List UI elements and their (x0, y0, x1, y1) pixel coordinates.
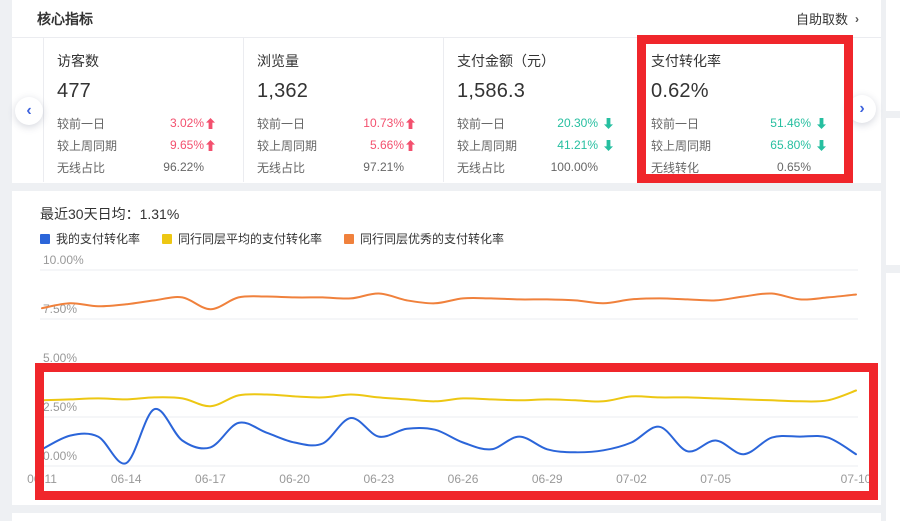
row-value: 5.66% (370, 138, 404, 152)
y-axis-label: 5.00% (43, 351, 77, 365)
metric-row: 较前一日 20.30% (457, 112, 637, 134)
metric-value: 477 (57, 80, 243, 103)
x-axis-label: 06-20 (279, 472, 310, 486)
row-label: 较上周同期 (257, 137, 370, 154)
metric-card-visitors[interactable]: 访客数 477 较前一日 3.02% 较上周同期 9.65% 无线占比 (43, 38, 243, 182)
row-label: 无线占比 (257, 159, 363, 176)
row-label: 无线占比 (457, 159, 551, 176)
metric-row: 较上周同期 65.80% (651, 134, 850, 156)
adjacent-panel-sliver (886, 118, 900, 265)
row-value: 97.21% (363, 160, 404, 174)
self-service-data-link[interactable]: 自助取数 › (796, 9, 859, 28)
trend-arrow-icon (813, 162, 826, 173)
row-label: 无线转化 (651, 159, 777, 176)
row-value: 20.30% (557, 116, 598, 130)
row-label: 无线占比 (57, 159, 163, 176)
metric-card-payment-amount[interactable]: 支付金额（元） 1,586.3 较前一日 20.30% 较上周同期 41.21%… (443, 38, 637, 182)
metric-row: 较前一日 51.46% (651, 112, 850, 134)
adjacent-panel-sliver (886, 273, 900, 521)
conversion-trend-panel: 最近30天日均：1.31% 我的支付转化率 同行同层平均的支付转化率 同行同层优… (12, 191, 881, 505)
trend-arrow-icon (406, 118, 419, 129)
x-axis-label: 06-17 (195, 472, 226, 486)
trend-arrow-icon (206, 140, 219, 151)
metric-row: 无线占比 96.22% (57, 156, 243, 178)
trend-arrow-icon (206, 118, 219, 129)
row-value: 51.46% (770, 116, 811, 130)
metric-rows: 较前一日 3.02% 较上周同期 9.65% 无线占比 96.22% (57, 112, 243, 178)
row-label: 较前一日 (257, 115, 363, 132)
metric-row: 较前一日 10.73% (257, 112, 443, 134)
y-axis-label: 2.50% (43, 400, 77, 414)
trend-arrow-icon (406, 162, 419, 173)
trend-arrow-icon (600, 140, 613, 151)
row-value: 96.22% (163, 160, 204, 174)
conversion-trend-chart[interactable]: 0.00%2.50%5.00%7.50%10.00%06-1106-1406-1… (12, 191, 881, 505)
x-axis-label: 07-02 (616, 472, 647, 486)
metric-row: 无线转化 0.65% (651, 156, 850, 178)
row-label: 较上周同期 (57, 137, 170, 154)
metric-rows: 较前一日 10.73% 较上周同期 5.66% 无线占比 97.21% (257, 112, 443, 178)
row-value: 10.73% (363, 116, 404, 130)
row-label: 较前一日 (651, 115, 770, 132)
metric-row: 较上周同期 9.65% (57, 134, 243, 156)
carousel-prev-button[interactable]: ‹ (15, 97, 43, 125)
x-axis-label: 06-26 (448, 472, 479, 486)
metric-title: 支付金额（元） (457, 51, 637, 71)
row-value: 0.65% (777, 160, 811, 174)
x-axis-label: 06-29 (532, 472, 563, 486)
row-label: 较上周同期 (651, 137, 770, 154)
trend-arrow-icon (206, 162, 219, 173)
x-axis-label: 06-14 (111, 472, 142, 486)
x-axis-label: 07-05 (700, 472, 731, 486)
trend-arrow-icon (813, 140, 826, 151)
metric-value: 1,586.3 (457, 80, 637, 103)
trend-arrow-icon (406, 140, 419, 151)
chevron-right-icon: › (859, 100, 864, 118)
self-service-data-label: 自助取数 (796, 9, 848, 28)
metric-row: 较前一日 3.02% (57, 112, 243, 134)
dashboard: 核心指标 自助取数 › 访客数 477 较前一日 3.02% 较上周同期 (0, 0, 900, 521)
row-value: 41.21% (557, 138, 598, 152)
peer-excellent-line (42, 293, 856, 309)
chevron-right-icon: › (855, 12, 859, 26)
adjacent-panel-sliver (886, 0, 900, 111)
metric-title: 访客数 (57, 51, 243, 71)
metric-cards: 访客数 477 较前一日 3.02% 较上周同期 9.65% 无线占比 (43, 38, 867, 182)
metric-title: 支付转化率 (651, 51, 850, 71)
row-value: 100.00% (551, 160, 598, 174)
peer-average-line (42, 391, 856, 407)
core-metrics-panel: 核心指标 自助取数 › 访客数 477 较前一日 3.02% 较上周同期 (12, 0, 881, 183)
metric-value: 1,362 (257, 80, 443, 103)
trend-arrow-icon (813, 118, 826, 129)
trend-arrow-icon (600, 118, 613, 129)
row-label: 较上周同期 (457, 137, 557, 154)
metric-row: 较上周同期 41.21% (457, 134, 637, 156)
metric-rows: 较前一日 20.30% 较上周同期 41.21% 无线占比 100.00% (457, 112, 637, 178)
x-axis-label: 06-11 (27, 472, 57, 486)
metric-row: 较上周同期 5.66% (257, 134, 443, 156)
metric-row: 无线占比 100.00% (457, 156, 637, 178)
row-label: 较前一日 (57, 115, 170, 132)
carousel-next-button[interactable]: › (848, 95, 876, 123)
chevron-left-icon: ‹ (26, 102, 31, 120)
row-value: 3.02% (170, 116, 204, 130)
panel-header: 核心指标 自助取数 › (12, 0, 881, 38)
metric-row: 无线占比 97.21% (257, 156, 443, 178)
x-axis-label: 07-10 (841, 472, 872, 486)
y-axis-label: 10.00% (43, 253, 84, 267)
metric-rows: 较前一日 51.46% 较上周同期 65.80% 无线转化 0.65% (651, 112, 850, 178)
trend-arrow-icon (600, 162, 613, 173)
row-value: 65.80% (770, 138, 811, 152)
metric-card-conversion-rate[interactable]: 支付转化率 0.62% 较前一日 51.46% 较上周同期 65.80% 无线转… (637, 38, 850, 182)
metric-value: 0.62% (651, 80, 850, 103)
row-value: 9.65% (170, 138, 204, 152)
y-axis-label: 0.00% (43, 449, 77, 463)
next-section-panel (12, 513, 881, 521)
x-axis-label: 06-23 (363, 472, 394, 486)
page-title: 核心指标 (37, 9, 93, 29)
row-label: 较前一日 (457, 115, 557, 132)
metric-card-pageviews[interactable]: 浏览量 1,362 较前一日 10.73% 较上周同期 5.66% 无线占比 (243, 38, 443, 182)
metric-title: 浏览量 (257, 51, 443, 71)
